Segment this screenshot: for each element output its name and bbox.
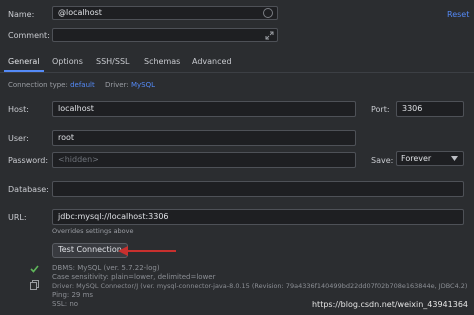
tabs-divider	[0, 72, 474, 73]
result-line-case: Case sensitivity: plain=lower, delimited…	[52, 273, 216, 281]
driver-value[interactable]: MySQL	[131, 81, 155, 89]
connection-type-line: Connection type: default Driver: MySQL	[8, 81, 155, 89]
tab-schemas[interactable]: Schemas	[144, 56, 180, 68]
tab-ssh-ssl[interactable]: SSH/SSL	[96, 56, 129, 68]
result-line-ping: Ping: 29 ms	[52, 291, 94, 299]
name-label: Name:	[8, 10, 35, 19]
circle-icon[interactable]	[263, 8, 273, 18]
checkmark-icon	[30, 265, 39, 273]
port-label: Port:	[371, 105, 390, 114]
password-label: Password:	[8, 156, 49, 165]
result-line-driver: Driver: MySQL Connector/J (ver. mysql-co…	[52, 282, 468, 290]
comment-label: Comment:	[8, 31, 50, 40]
password-field[interactable]: <hidden>	[52, 152, 356, 168]
database-field[interactable]	[52, 181, 464, 197]
user-label: User:	[8, 134, 29, 143]
expand-icon[interactable]	[265, 31, 274, 40]
save-label: Save:	[371, 156, 394, 165]
connection-type-value[interactable]: default	[70, 81, 95, 89]
port-field[interactable]: 3306	[396, 101, 464, 117]
driver-label: Driver:	[104, 81, 129, 89]
comment-field[interactable]	[52, 28, 278, 42]
database-label: Database:	[8, 185, 49, 194]
url-field[interactable]: jdbc:mysql://localhost:3306	[52, 209, 464, 225]
save-value: Forever	[401, 154, 432, 163]
url-note: Overrides settings above	[52, 227, 134, 235]
test-connection-button[interactable]: Test Connection	[52, 243, 128, 258]
name-field[interactable]: @localhost	[52, 6, 278, 20]
host-label: Host:	[8, 105, 29, 114]
name-value: @localhost	[58, 8, 102, 17]
reset-link[interactable]: Reset	[447, 9, 469, 21]
red-arrow-icon	[118, 246, 176, 256]
tab-advanced[interactable]: Advanced	[192, 56, 232, 68]
host-field[interactable]: localhost	[52, 101, 356, 117]
result-line-dbms: DBMS: MySQL (ver. 5.7.22-log)	[52, 264, 160, 272]
tab-general[interactable]: General	[8, 56, 40, 68]
save-select[interactable]: Forever	[396, 151, 464, 166]
url-label: URL:	[8, 213, 27, 222]
chevron-down-icon	[451, 156, 458, 161]
connection-type-label: Connection type:	[8, 81, 68, 89]
watermark: https://blog.csdn.net/weixin_43941364	[309, 300, 470, 309]
copy-icon[interactable]	[30, 280, 39, 290]
user-field[interactable]: root	[52, 130, 356, 146]
tab-options[interactable]: Options	[52, 56, 83, 68]
